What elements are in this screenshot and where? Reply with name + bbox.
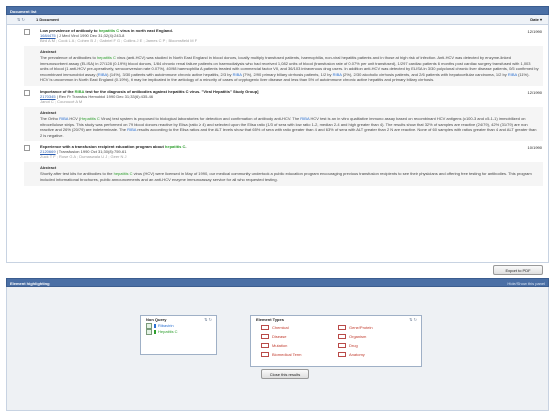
types-box-tools[interactable]: ⇅ ↻ <box>409 316 417 323</box>
abstract-segment: HCV ( <box>68 115 81 121</box>
highlighted-term: Hepatitis C <box>80 115 100 121</box>
document-row: 10/1990 Experience with a transfusion rec… <box>7 141 548 186</box>
abstract-segment: The prevalence of antibodies to <box>40 55 97 60</box>
abstract-text: Shortly after test kits for antibodies t… <box>40 171 539 182</box>
element-type-item[interactable]: Drug <box>338 343 415 349</box>
query-item-label: Ribavirin <box>158 323 174 329</box>
author-list: Zuck T F ; Rose G A ; Dumaswala U J ; Ge… <box>40 154 127 160</box>
element-type-item[interactable]: Anatomy <box>338 352 415 358</box>
element-type-label: Mutation <box>272 343 288 348</box>
highlighted-term: RIBA <box>127 127 137 133</box>
row-checkbox[interactable] <box>24 89 30 96</box>
author-list: Janot C ; Couroucé A M <box>40 98 83 104</box>
element-type-label: Disease <box>272 334 287 339</box>
abstract-segment: ) (14%), 3/30 patients with autoimmune c… <box>107 71 233 77</box>
table-header: ⇅ ↻ 1 Document Date ▾ <box>7 15 548 25</box>
query-color-swatch <box>154 330 156 334</box>
element-type-checkbox[interactable] <box>261 334 269 340</box>
export-pdf-button[interactable]: Export to PDF <box>493 265 543 275</box>
abstract-segment: Virus) test system is proposed to biolog… <box>99 115 301 121</box>
highlighted-term: RIBA <box>97 71 108 77</box>
column-header-document[interactable]: 1 Document <box>36 15 59 24</box>
element-type-label: Gene/Protein <box>349 325 373 330</box>
element-type-item[interactable]: Mutation <box>261 343 338 349</box>
element-type-label: Organism <box>349 334 367 339</box>
highlighted-term: RIBA <box>232 71 242 77</box>
close-results-button[interactable]: Close this results <box>261 369 309 379</box>
document-rows: 12/1990 Low prevalence of antibody to hep… <box>7 25 548 186</box>
abstract-segment: (2%), 2/30 alcoholic cirrhosis patients,… <box>341 71 508 77</box>
element-type-label: Chemical <box>272 325 289 330</box>
abstract-segment: The Ortho <box>40 115 60 121</box>
element-type-label: Anatomy <box>349 352 365 357</box>
highlighted-term: RIBA <box>507 71 517 77</box>
document-row: 12/1990 Low prevalence of antibody to hep… <box>7 25 548 86</box>
element-type-item[interactable]: Biomedical Term <box>261 352 338 358</box>
element-type-label: Drug <box>349 343 358 348</box>
abstract-text: The prevalence of antibodies to hepatiti… <box>40 55 539 83</box>
query-item-label: Hepatitis C <box>158 329 178 335</box>
author-list: Bird A M ; Cook L A ; Cohen B J ; Gabrie… <box>40 38 198 43</box>
row-checkbox[interactable] <box>24 145 30 152</box>
element-type-checkbox[interactable] <box>338 334 346 340</box>
element-type-checkbox[interactable] <box>338 352 346 358</box>
element-type-checkbox[interactable] <box>261 325 269 331</box>
abstract-segment: Shortly after test kits for antibodies t… <box>40 171 114 177</box>
element-type-item[interactable]: Chemical <box>261 325 338 331</box>
element-type-item[interactable]: Disease <box>261 334 338 340</box>
query-terms-box: Non Query ⇅ ↻ Ribavirin Hepatitis C <box>140 315 217 355</box>
abstract-block: Abstract The prevalence of antibodies to … <box>24 46 543 86</box>
query-item-checkbox[interactable] <box>146 329 152 335</box>
element-type-checkbox[interactable] <box>261 352 269 358</box>
row-checkbox[interactable] <box>24 29 30 35</box>
element-types-grid: Chemical Gene/Protein Disease Organism Mutat… <box>261 325 415 358</box>
highlighted-term: hepatitis C <box>96 55 116 60</box>
row-date: 12/1990 <box>527 89 542 95</box>
query-item[interactable]: Hepatitis C <box>146 329 216 335</box>
highlighting-panel: Non Query ⇅ ↻ Ribavirin Hepatitis C Eleme… <box>6 287 549 411</box>
element-type-checkbox[interactable] <box>338 325 346 331</box>
abstract-segment: (7%), 2/90 primary biliary cirrhosis pat… <box>241 71 333 77</box>
query-box-tools[interactable]: ⇅ ↻ <box>204 316 212 323</box>
highlighted-term: RIBA <box>332 71 342 77</box>
abstract-block: Abstract Shortly after test kits for anti… <box>24 162 543 186</box>
abstract-text: The Ortho RIBA HCV (Hepatitis C Virus) t… <box>40 116 539 138</box>
abstract-block: Abstract The Ortho RIBA HCV (Hepatitis C … <box>24 106 543 142</box>
highlighted-term: RIBA <box>59 115 69 121</box>
element-types-box: Element Types ⇅ ↻ Chemical Gene/Protein Di… <box>250 315 422 367</box>
query-color-swatch <box>154 324 156 328</box>
element-type-checkbox[interactable] <box>261 343 269 349</box>
element-highlighting-header: Element highlighting Hide/Show this pane… <box>6 278 549 287</box>
document-row: 12/1990 Importance of the RIBA test for t… <box>7 86 548 142</box>
document-list-title: Document list <box>10 9 37 14</box>
highlighted-term: hepatitis C <box>113 171 133 177</box>
title-highlight: hepatitis C <box>164 144 186 150</box>
element-type-checkbox[interactable] <box>338 343 346 349</box>
title-text: virus in north east England. <box>119 28 173 33</box>
document-list-panel: ⇅ ↻ 1 Document Date ▾ 12/1990 Low prevale… <box>6 15 549 263</box>
query-items: Ribavirin Hepatitis C <box>141 323 216 335</box>
element-highlighting-title: Element highlighting <box>10 281 50 286</box>
element-type-label: Biomedical Term <box>272 352 302 357</box>
row-date: 12/1990 <box>527 29 542 34</box>
types-box-title: Element Types <box>256 317 284 322</box>
document-list-header: Document list <box>6 6 549 15</box>
column-header-date[interactable]: Date ▾ <box>530 15 542 24</box>
sort-refresh-icons[interactable]: ⇅ ↻ <box>17 15 25 24</box>
row-date: 10/1990 <box>527 145 542 151</box>
element-type-item[interactable]: Organism <box>338 334 415 340</box>
element-type-item[interactable]: Gene/Protein <box>338 325 415 331</box>
title-text: . <box>185 144 187 150</box>
